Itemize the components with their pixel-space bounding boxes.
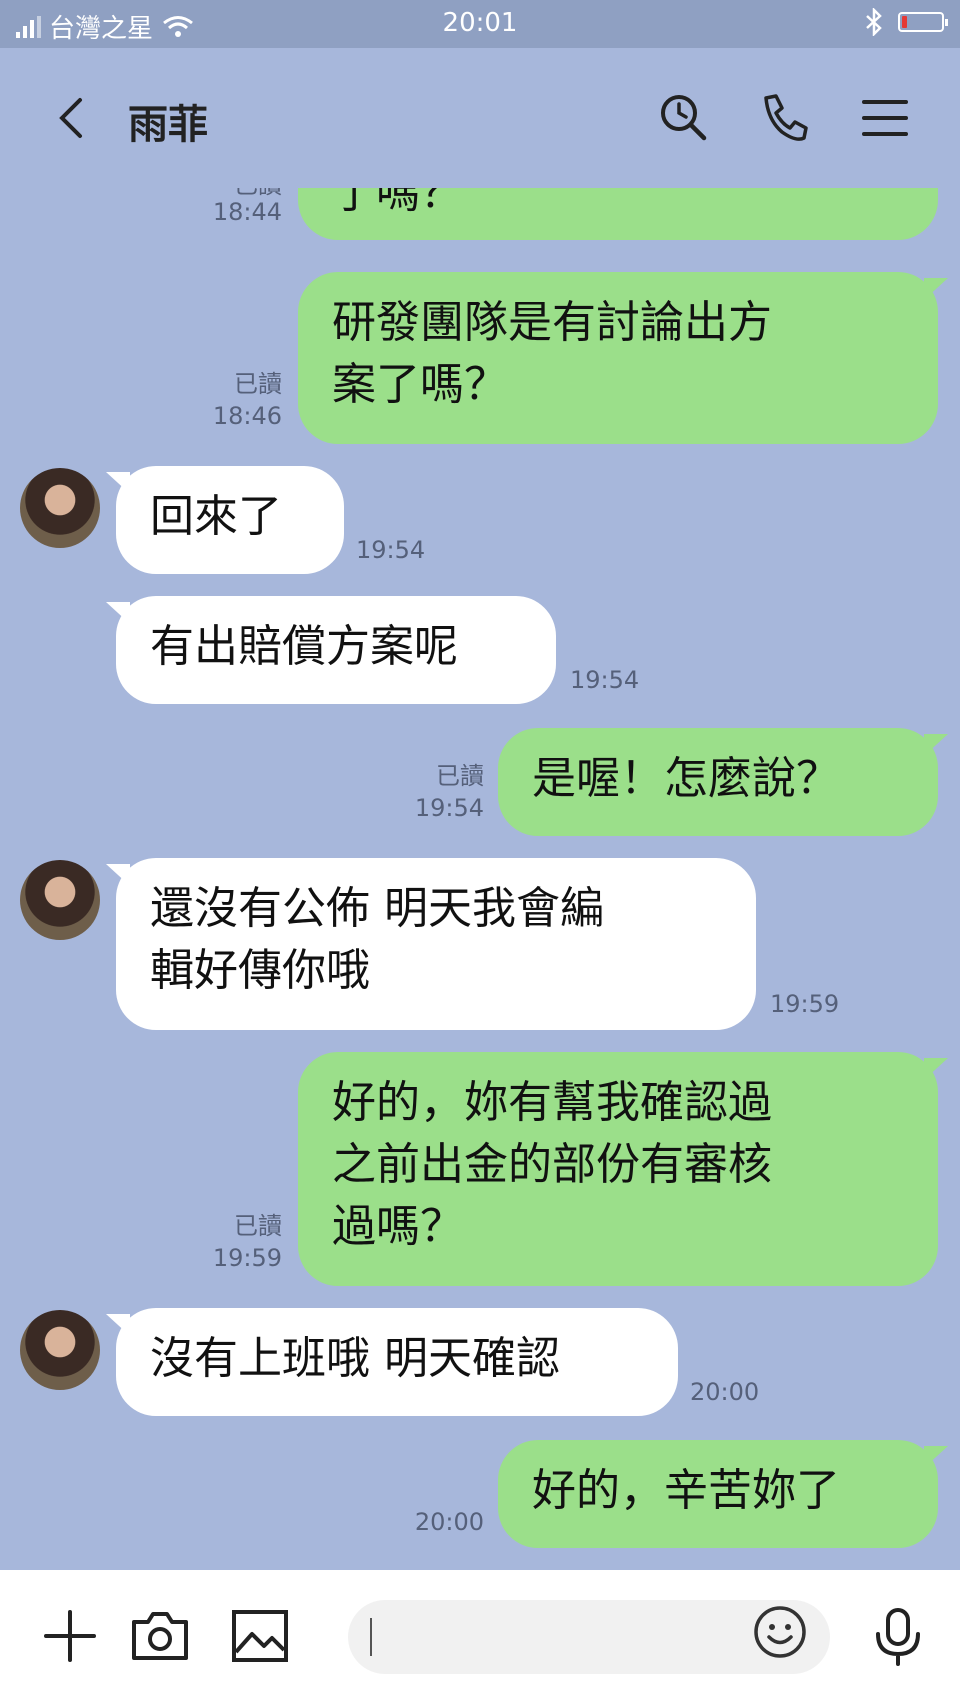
message-meta: 已讀 19:59 xyxy=(190,1210,282,1274)
message-meta: 已讀 19:54 xyxy=(396,760,484,824)
message-line: 回來了 xyxy=(150,491,282,542)
message-line: 輯好傳你哦 xyxy=(150,945,370,996)
message-time: 20:00 xyxy=(690,1378,760,1406)
text-caret xyxy=(370,1618,372,1656)
message-line: 好的，辛苦妳了 xyxy=(532,1465,840,1516)
battery-icon xyxy=(898,12,948,32)
message-time: 18:44 xyxy=(212,198,282,226)
message-bubble-outgoing[interactable]: 好的，妳有幫我確認過 之前出金的部份有審核 過嗎？ xyxy=(298,1052,948,1286)
message-line: 好的，妳有幫我確認過 xyxy=(332,1077,772,1128)
chat-header: 雨菲 xyxy=(0,48,960,188)
read-receipt: 已讀 xyxy=(234,370,282,398)
read-receipt: 已讀 xyxy=(436,762,484,790)
phone-icon[interactable] xyxy=(756,90,812,146)
message-line: 過嗎？ xyxy=(332,1201,464,1252)
message-time: 19:54 xyxy=(356,536,426,564)
message-line: 是喔！怎麼說？ xyxy=(532,753,840,804)
camera-icon[interactable] xyxy=(128,1604,192,1668)
message-time: 18:46 xyxy=(212,402,282,430)
search-icon[interactable] xyxy=(656,90,712,146)
message-bubble-incoming[interactable]: 回來了 xyxy=(106,466,344,574)
message-bubble-outgoing[interactable]: 好的，辛苦妳了 xyxy=(498,1440,948,1548)
message-bubble-incoming[interactable]: 有出賠償方案呢 xyxy=(106,596,556,704)
back-icon[interactable] xyxy=(50,92,102,144)
message-time: 20:00 xyxy=(414,1508,484,1536)
message-bubble-incoming[interactable]: 沒有上班哦 明天確認 xyxy=(106,1308,678,1416)
contact-avatar[interactable] xyxy=(20,860,100,940)
image-icon[interactable] xyxy=(228,1604,292,1668)
message-line: 研發團隊是有討論出方 xyxy=(332,297,772,348)
message-line: 了嗎？ xyxy=(332,188,464,218)
message-line: 有出賠償方案呢 xyxy=(150,621,458,672)
message-time: 19:54 xyxy=(414,794,484,822)
message-bubble-outgoing[interactable]: 是喔！怎麼說？ xyxy=(498,728,948,836)
message-line: 沒有上班哦 明天確認 xyxy=(150,1333,560,1384)
message-time: 19:59 xyxy=(212,1244,282,1272)
contact-avatar[interactable] xyxy=(20,1310,100,1390)
message-line: 案了嗎？ xyxy=(332,359,508,410)
contact-avatar[interactable] xyxy=(20,468,100,548)
read-receipt: 已讀 xyxy=(234,1212,282,1240)
message-bubble-outgoing[interactable]: 了嗎？ xyxy=(298,188,938,240)
message-meta: 已讀 18:46 xyxy=(190,368,282,432)
status-time: 20:01 xyxy=(442,8,518,38)
microphone-icon[interactable] xyxy=(866,1604,930,1668)
message-bubble-incoming[interactable]: 還沒有公佈 明天我會編 輯好傳你哦 xyxy=(106,858,756,1030)
bluetooth-icon xyxy=(866,8,882,36)
read-receipt: 已讀 xyxy=(190,188,282,196)
plus-icon[interactable] xyxy=(38,1604,102,1668)
message-line: 之前出金的部份有審核 xyxy=(332,1139,772,1190)
message-input-bar xyxy=(0,1570,960,1706)
message-time: 19:54 xyxy=(570,666,640,694)
message-time: 19:59 xyxy=(770,990,840,1018)
chat-message-list[interactable]: 了嗎？ 已讀 18:44 研發團隊是有討論出方 案了嗎？ 已讀 18:46 回來… xyxy=(0,188,960,1570)
message-line: 還沒有公佈 明天我會編 xyxy=(150,883,604,934)
message-bubble-outgoing[interactable]: 研發團隊是有討論出方 案了嗎？ xyxy=(298,272,948,444)
contact-name[interactable]: 雨菲 xyxy=(128,92,208,150)
status-bar: 台灣之星 20:01 xyxy=(0,0,960,48)
message-meta: 已讀 18:44 xyxy=(190,188,282,228)
menu-icon[interactable] xyxy=(858,90,914,146)
emoji-icon[interactable] xyxy=(752,1604,808,1660)
